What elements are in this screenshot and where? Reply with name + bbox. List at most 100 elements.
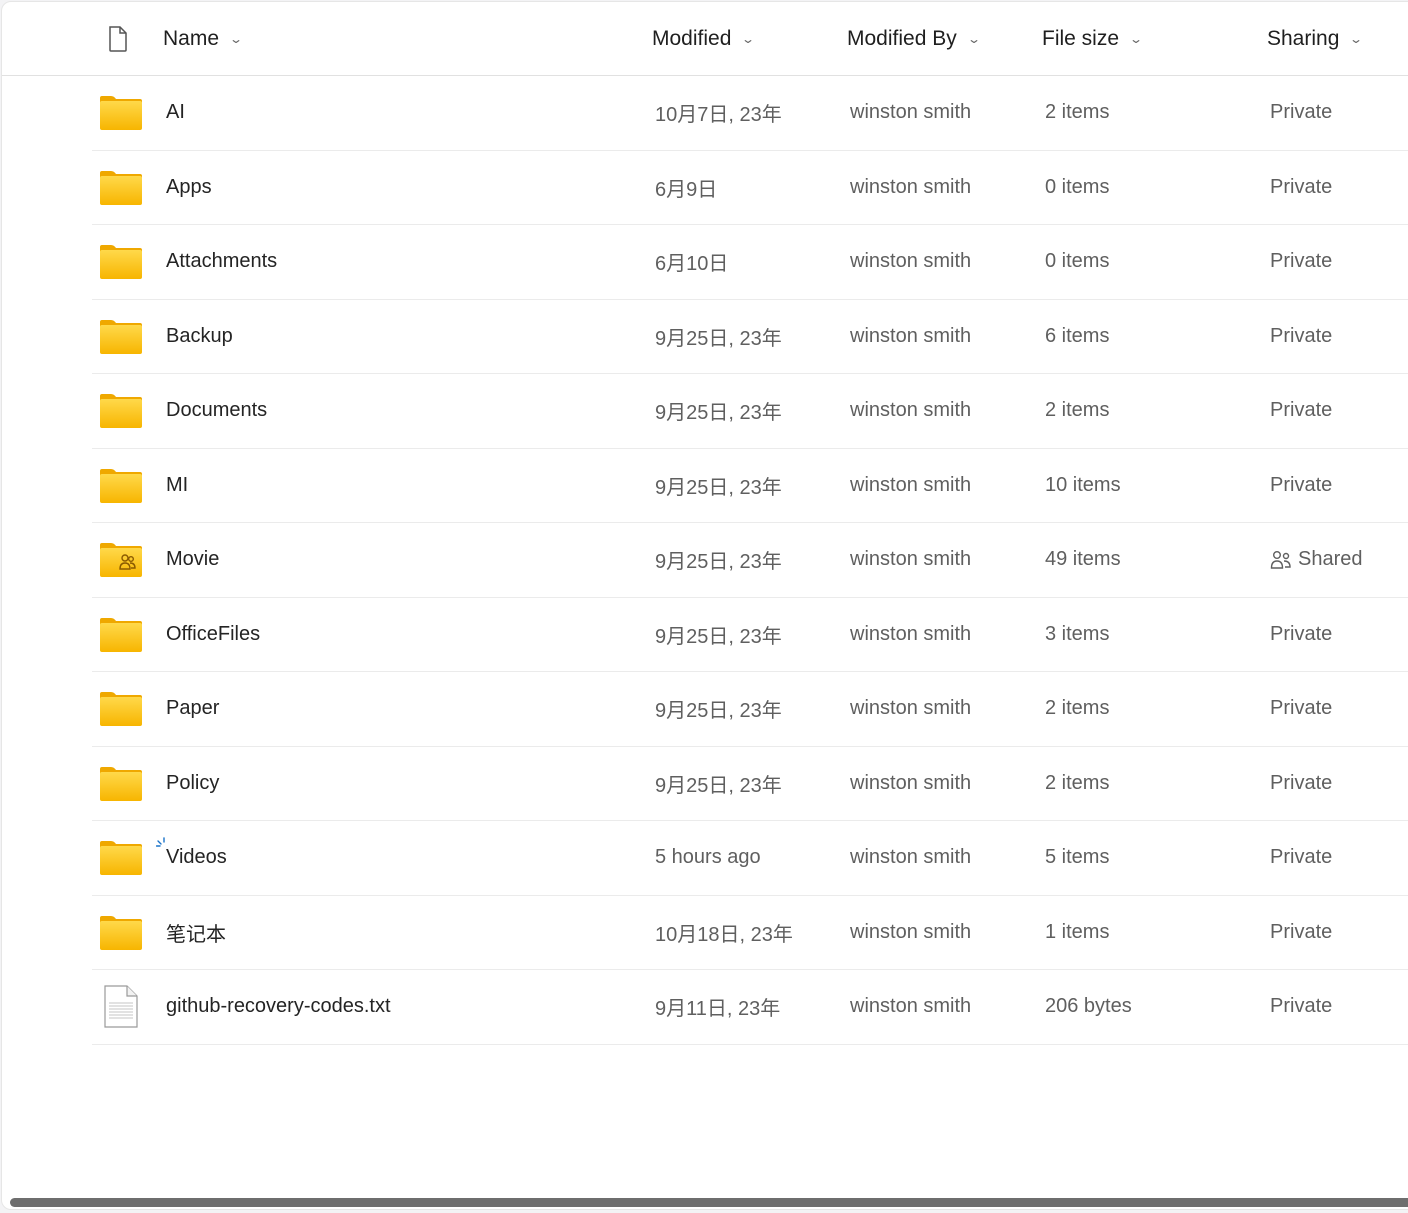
sharing-status: Private xyxy=(1270,846,1333,868)
file-size: 2 items xyxy=(1045,697,1110,719)
sharing-status: Shared xyxy=(1270,523,1363,596)
file-name[interactable]: Attachments xyxy=(166,225,277,298)
column-label: Modified By xyxy=(847,26,957,50)
sharing-status: Private xyxy=(1270,920,1333,943)
modified-date: 9月25日, 23年 xyxy=(655,551,782,573)
file-size: 2 items xyxy=(1045,101,1110,123)
column-header-name[interactable]: Name ⌄ xyxy=(163,2,244,75)
text-file-icon xyxy=(99,985,143,1028)
file-size: 10 items xyxy=(1045,473,1121,496)
file-name[interactable]: github-recovery-codes.txt xyxy=(166,970,391,1043)
file-row[interactable]: Paper 9月25日, 23年 winston smith 2 items P… xyxy=(92,672,1408,747)
column-label: File size xyxy=(1042,26,1120,50)
new-item-sparkle-icon xyxy=(156,837,165,847)
file-size: 5 items xyxy=(1045,846,1110,868)
folder-icon xyxy=(99,170,143,206)
folder-icon xyxy=(99,95,143,131)
file-row[interactable]: Policy 9月25日, 23年 winston smith 2 items … xyxy=(92,747,1408,821)
sharing-status: Private xyxy=(1270,622,1333,645)
file-name[interactable]: Videos xyxy=(166,821,227,894)
column-header: Name ⌄ Modified ⌄ Modified By ⌄ File siz… xyxy=(2,2,1408,76)
file-row[interactable]: Apps 6月9日 winston smith 0 items Private xyxy=(92,151,1408,225)
sharing-status: Private xyxy=(1270,399,1333,421)
folder-icon xyxy=(99,244,143,280)
file-size: 2 items xyxy=(1045,399,1110,421)
file-row[interactable]: Documents 9月25日, 23年 winston smith 2 ite… xyxy=(92,374,1408,449)
modified-date: 6月9日 xyxy=(655,178,718,201)
chevron-down-icon: ⌄ xyxy=(966,31,981,46)
file-name[interactable]: Movie xyxy=(166,523,219,596)
sharing-status: Private xyxy=(1270,101,1333,123)
sharing-status: Private xyxy=(1270,324,1333,347)
file-name[interactable]: Documents xyxy=(166,374,267,447)
file-size: 206 bytes xyxy=(1045,995,1132,1017)
column-header-sharing[interactable]: Sharing ⌄ xyxy=(1267,2,1363,75)
file-size: 2 items xyxy=(1045,771,1110,794)
file-row[interactable]: github-recovery-codes.txt 9月11日, 23年 win… xyxy=(92,970,1408,1045)
column-header-modified-by[interactable]: Modified By ⌄ xyxy=(847,2,981,75)
file-row[interactable]: Attachments 6月10日 winston smith 0 items … xyxy=(92,225,1408,300)
sharing-status: Private xyxy=(1270,697,1333,719)
file-row[interactable]: AI 10月7日, 23年 winston smith 2 items Priv… xyxy=(92,76,1408,151)
modified-by: winston smith xyxy=(850,399,972,421)
file-name[interactable]: OfficeFiles xyxy=(166,598,260,671)
folder-icon xyxy=(99,393,143,429)
file-size: 6 items xyxy=(1045,324,1110,347)
column-label: Sharing xyxy=(1267,26,1340,50)
file-row[interactable]: Videos 5 hours ago winston smith 5 items… xyxy=(92,821,1408,896)
horizontal-scrollbar[interactable] xyxy=(10,1198,1408,1207)
modified-date: 9月25日, 23年 xyxy=(655,700,782,722)
sharing-status: Private xyxy=(1270,250,1333,272)
file-size: 1 items xyxy=(1045,920,1110,943)
chevron-down-icon: ⌄ xyxy=(1129,31,1144,46)
file-name[interactable]: AI xyxy=(166,76,185,149)
modified-by: winston smith xyxy=(850,175,972,198)
modified-by: winston smith xyxy=(850,846,972,868)
file-row[interactable]: MI 9月25日, 23年 winston smith 10 items Pri… xyxy=(92,449,1408,523)
column-header-file-size[interactable]: File size ⌄ xyxy=(1042,2,1144,75)
folder-icon xyxy=(99,691,143,727)
file-name[interactable]: Policy xyxy=(166,747,219,820)
file-name[interactable]: MI xyxy=(166,449,188,522)
modified-date: 6月10日 xyxy=(655,253,729,275)
modified-date: 9月11日, 23年 xyxy=(655,998,781,1020)
modified-by: winston smith xyxy=(850,548,972,570)
column-header-modified[interactable]: Modified ⌄ xyxy=(652,2,755,75)
modified-by: winston smith xyxy=(850,920,972,943)
file-size: 49 items xyxy=(1045,548,1121,570)
modified-date: 9月25日, 23年 xyxy=(655,774,782,797)
modified-date: 9月25日, 23年 xyxy=(655,327,782,350)
file-size: 0 items xyxy=(1045,175,1110,198)
column-label: Modified xyxy=(652,26,732,50)
modified-by: winston smith xyxy=(850,473,972,496)
folder-icon xyxy=(99,319,143,355)
modified-date: 10月18日, 23年 xyxy=(655,923,793,946)
sharing-label: Shared xyxy=(1298,548,1363,570)
sharing-status: Private xyxy=(1270,473,1333,496)
sharing-status: Private xyxy=(1270,175,1333,198)
column-label: Name xyxy=(163,26,220,50)
file-name[interactable]: Paper xyxy=(166,672,219,745)
modified-date: 10月7日, 23年 xyxy=(655,104,782,126)
folder-icon xyxy=(99,840,143,876)
chevron-down-icon: ⌄ xyxy=(229,31,244,46)
people-icon xyxy=(1270,550,1291,569)
file-row[interactable]: Backup 9月25日, 23年 winston smith 6 items … xyxy=(92,300,1408,374)
modified-date: 9月25日, 23年 xyxy=(655,402,782,424)
file-name[interactable]: Backup xyxy=(166,300,233,373)
file-list: AI 10月7日, 23年 winston smith 2 items Priv… xyxy=(92,76,1408,1045)
modified-by: winston smith xyxy=(850,771,972,794)
modified-by: winston smith xyxy=(850,995,972,1017)
file-row[interactable]: Movie 9月25日, 23年 winston smith 49 items … xyxy=(92,523,1408,598)
modified-by: winston smith xyxy=(850,250,972,272)
file-row[interactable]: OfficeFiles 9月25日, 23年 winston smith 3 i… xyxy=(92,598,1408,672)
modified-by: winston smith xyxy=(850,697,972,719)
sharing-status: Private xyxy=(1270,995,1333,1017)
file-name[interactable]: 笔记本 xyxy=(166,896,226,969)
document-icon[interactable] xyxy=(108,26,128,52)
shared-folder-icon xyxy=(99,542,143,578)
file-row[interactable]: 笔记本 10月18日, 23年 winston smith 1 items Pr… xyxy=(92,896,1408,970)
modified-by: winston smith xyxy=(850,324,972,347)
folder-icon xyxy=(99,468,143,504)
file-name[interactable]: Apps xyxy=(166,151,212,224)
